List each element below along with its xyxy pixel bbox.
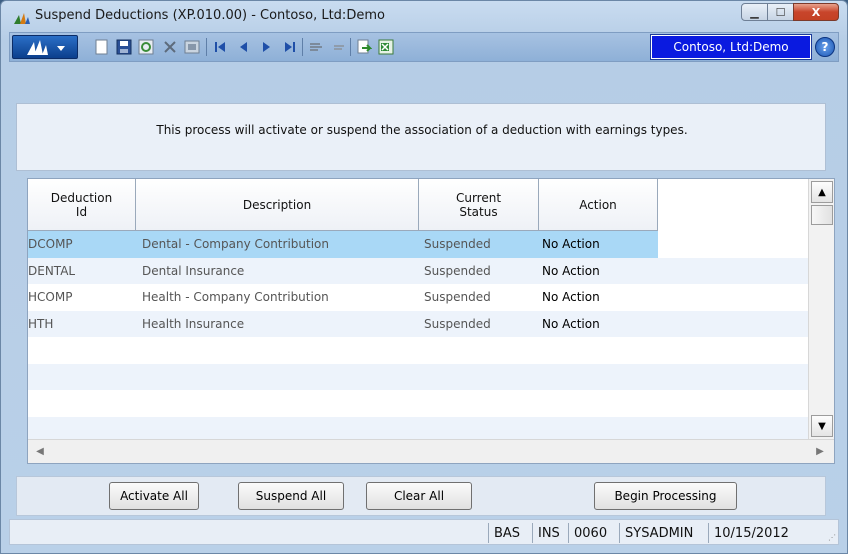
- cell-action[interactable]: No Action: [539, 258, 658, 285]
- next-icon[interactable]: [258, 39, 274, 55]
- window-controls: ▁ ☐ X: [741, 3, 839, 21]
- first-icon[interactable]: [212, 39, 228, 55]
- delete-icon[interactable]: [162, 39, 178, 55]
- last-icon[interactable]: [282, 39, 298, 55]
- maximize-button[interactable]: ☐: [767, 3, 794, 21]
- cell-description[interactable]: Health - Company Contribution: [136, 284, 419, 311]
- cell-description[interactable]: Dental Insurance: [136, 258, 419, 285]
- empty-row[interactable]: [28, 390, 808, 417]
- scroll-right-icon[interactable]: ▶: [810, 442, 830, 461]
- status-mode: BAS: [488, 523, 525, 543]
- app-menu-button[interactable]: [12, 35, 78, 59]
- resize-grip-icon[interactable]: ⋰: [828, 533, 836, 542]
- grid-rows: DCOMP Dental - Company Contribution Susp…: [28, 231, 808, 443]
- action-button-bar: Activate All Suspend All Clear All Begin…: [16, 476, 826, 516]
- cell-action[interactable]: No Action: [539, 311, 658, 338]
- status-bar: BAS INS 0060 SYSADMIN 10/15/2012 ⋰: [9, 519, 839, 545]
- scroll-thumb[interactable]: [811, 205, 833, 225]
- cell-action[interactable]: No Action: [539, 231, 658, 258]
- cell-current-status[interactable]: Suspended: [419, 284, 539, 311]
- empty-row[interactable]: [28, 363, 808, 390]
- table-row[interactable]: DENTAL Dental Insurance Suspended No Act…: [28, 257, 808, 285]
- refresh-icon[interactable]: [138, 39, 154, 55]
- cell-deduction-id[interactable]: DCOMP: [28, 231, 136, 258]
- cancel-icon[interactable]: [184, 39, 200, 55]
- empty-row[interactable]: [28, 337, 808, 364]
- help-icon[interactable]: ?: [815, 37, 835, 57]
- cell-deduction-id[interactable]: DENTAL: [28, 258, 136, 285]
- close-button[interactable]: X: [793, 3, 839, 21]
- grid-header: Deduction Id Description Current Status Ac…: [28, 179, 658, 231]
- app-logo-icon: [13, 11, 31, 25]
- begin-processing-button[interactable]: Begin Processing: [594, 482, 737, 510]
- column-header-deduction-id[interactable]: Deduction Id: [28, 179, 136, 231]
- excel-icon[interactable]: [378, 39, 394, 55]
- table-row[interactable]: HTH Health Insurance Suspended No Action: [28, 310, 808, 338]
- process-description: This process will activate or suspend th…: [156, 123, 688, 137]
- scroll-left-icon[interactable]: ◀: [30, 442, 50, 461]
- cell-current-status[interactable]: Suspended: [419, 258, 539, 285]
- cell-description[interactable]: Dental - Company Contribution: [136, 231, 419, 258]
- deductions-grid[interactable]: Deduction Id Description Current Status Ac…: [27, 178, 835, 464]
- app-window: Suspend Deductions (XP.010.00) - Contoso…: [0, 0, 848, 554]
- cell-current-status[interactable]: Suspended: [419, 311, 539, 338]
- horizontal-scrollbar[interactable]: ◀ ▶: [28, 439, 834, 463]
- cell-description[interactable]: Health Insurance: [136, 311, 419, 338]
- activate-all-button[interactable]: Activate All: [109, 482, 199, 510]
- cell-action[interactable]: No Action: [539, 284, 658, 311]
- save-icon[interactable]: [116, 39, 132, 55]
- table-row[interactable]: DCOMP Dental - Company Contribution Susp…: [28, 231, 808, 258]
- status-user: SYSADMIN: [619, 523, 698, 543]
- app-menu-icon: [27, 40, 65, 55]
- report-icon[interactable]: [356, 39, 372, 55]
- status-date: 10/15/2012: [708, 523, 794, 543]
- toolbar-separator: [302, 38, 303, 56]
- status-code: 0060: [568, 523, 612, 543]
- company-selector[interactable]: Contoso, Ltd:Demo: [650, 34, 812, 60]
- cell-current-status[interactable]: Suspended: [419, 231, 539, 258]
- clear-all-button[interactable]: Clear All: [366, 482, 472, 510]
- status-insert: INS: [532, 523, 565, 543]
- cell-deduction-id[interactable]: HTH: [28, 311, 136, 338]
- column-header-action[interactable]: Action: [539, 179, 658, 231]
- cell-deduction-id[interactable]: HCOMP: [28, 284, 136, 311]
- title-bar[interactable]: Suspend Deductions (XP.010.00) - Contoso…: [1, 1, 847, 33]
- vertical-scrollbar[interactable]: ▲ ▼: [808, 179, 834, 439]
- toolbar-separator: [350, 38, 351, 56]
- new-icon[interactable]: [94, 39, 110, 55]
- scroll-down-icon[interactable]: ▼: [811, 415, 833, 437]
- column-header-current-status[interactable]: Current Status: [419, 179, 539, 231]
- paste-icon[interactable]: [330, 39, 346, 55]
- scroll-up-icon[interactable]: ▲: [811, 181, 833, 203]
- description-panel: This process will activate or suspend th…: [16, 103, 826, 171]
- window-title: Suspend Deductions (XP.010.00) - Contoso…: [35, 8, 385, 23]
- minimize-button[interactable]: ▁: [741, 3, 768, 21]
- toolbar-separator: [206, 38, 207, 56]
- copy-icon[interactable]: [308, 39, 324, 55]
- table-row[interactable]: HCOMP Health - Company Contribution Susp…: [28, 284, 808, 311]
- column-header-description[interactable]: Description: [136, 179, 419, 231]
- suspend-all-button[interactable]: Suspend All: [238, 482, 344, 510]
- toolbar: Contoso, Ltd:Demo ?: [9, 32, 839, 62]
- previous-icon[interactable]: [236, 39, 252, 55]
